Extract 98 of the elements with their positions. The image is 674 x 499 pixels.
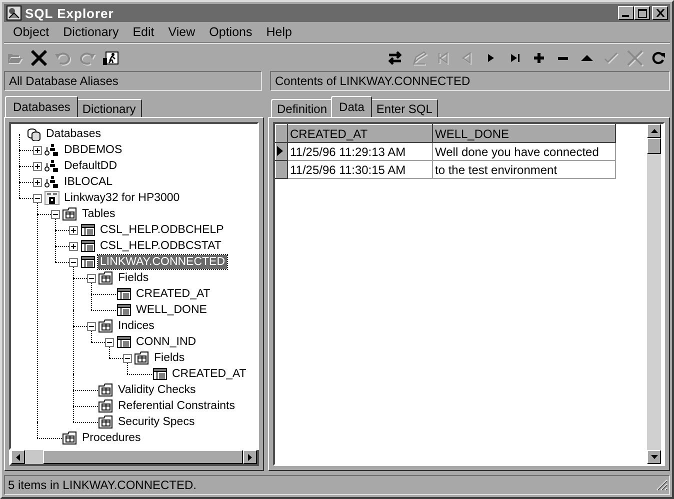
checkmark-icon	[602, 50, 620, 66]
folder-icon	[98, 415, 114, 429]
menu-item[interactable]: Object	[6, 25, 56, 39]
window-title: SQL Explorer	[25, 6, 115, 20]
tree-item[interactable]: Fields	[152, 351, 187, 365]
close-icon	[656, 9, 664, 17]
collapse-icon[interactable]	[87, 322, 96, 330]
database-stack-icon	[26, 127, 42, 141]
column-header[interactable]: CREATED_AT	[288, 124, 432, 142]
tree-item[interactable]: CREATED_AT	[134, 287, 212, 301]
collapse-icon[interactable]	[33, 194, 42, 202]
collapse-icon[interactable]	[87, 274, 96, 282]
maximize-icon	[638, 8, 646, 18]
tree-item[interactable]: IBLOCAL	[62, 175, 115, 189]
maximize-button[interactable]	[634, 6, 650, 20]
panel-header: Contents of LINKWAY.CONNECTED	[270, 71, 670, 91]
tree-item[interactable]: Validity Checks	[116, 383, 198, 397]
folder-icon	[98, 383, 114, 397]
collapse-icon[interactable]	[123, 354, 132, 362]
tree-item[interactable]: DBDEMOS	[62, 143, 124, 157]
corner-cell	[276, 124, 288, 142]
table-icon	[116, 303, 132, 317]
status-text: 5 items in LINKWAY.CONNECTED.	[8, 478, 196, 492]
current-row-icon	[277, 146, 283, 156]
scroll-left-icon	[16, 454, 20, 460]
close-button[interactable]	[652, 6, 668, 20]
table-cell: 11/25/96 11:29:13 AM	[288, 142, 432, 160]
menu-item[interactable]: Help	[259, 25, 299, 39]
expand-icon[interactable]	[69, 226, 78, 234]
row-indicator[interactable]	[276, 142, 288, 160]
undo-arrow-icon	[54, 50, 72, 66]
tree-item[interactable]: Procedures	[80, 431, 143, 445]
table-cell: 11/25/96 11:30:15 AM	[288, 160, 432, 178]
scrollbar-thumb[interactable]	[647, 138, 661, 154]
cross-icon	[30, 50, 48, 66]
server-icon	[44, 191, 60, 205]
folder-icon	[98, 399, 114, 413]
app-icon	[6, 5, 22, 21]
table-icon	[80, 239, 96, 253]
expand-icon[interactable]	[33, 146, 42, 154]
table-icon	[152, 367, 168, 381]
tree-item[interactable]: Referential Constraints	[116, 399, 237, 413]
tab[interactable]: Data	[331, 96, 372, 117]
collapse-icon[interactable]	[51, 210, 60, 218]
folder-icon	[98, 271, 114, 285]
tree-item[interactable]: LINKWAY.CONNECTED	[98, 255, 228, 269]
folder-icon	[62, 431, 78, 445]
folder-icon	[98, 319, 114, 333]
tree-item[interactable]: CREATED_AT	[170, 367, 248, 381]
tree-item[interactable]: Indices	[116, 319, 156, 333]
redo-arrow-icon	[78, 50, 96, 66]
table-icon	[116, 287, 132, 301]
column-header[interactable]: WELL_DONE	[432, 124, 616, 142]
scroll-down-icon	[650, 455, 658, 459]
size-grip-icon[interactable]	[656, 479, 668, 491]
table-icon	[116, 335, 132, 349]
folder-icon	[62, 207, 78, 221]
tree-item[interactable]: DefaultDD	[62, 159, 120, 173]
menu-item[interactable]: Dictionary	[56, 25, 126, 39]
table-cell: Well done you have connected	[432, 142, 616, 160]
table-icon	[80, 223, 96, 237]
expand-icon[interactable]	[33, 178, 42, 186]
tab[interactable]: Enter SQL	[370, 99, 438, 117]
minus-icon	[558, 56, 568, 60]
swap-arrows-icon	[386, 50, 404, 66]
runner-icon	[102, 50, 120, 66]
minimize-button[interactable]	[618, 6, 634, 20]
tree-item[interactable]: Tables	[80, 207, 118, 221]
collapse-icon[interactable]	[69, 258, 78, 266]
expand-icon[interactable]	[69, 242, 78, 250]
scroll-right-icon	[248, 454, 252, 460]
folder-icon	[134, 351, 150, 365]
cross-icon	[626, 50, 644, 66]
horizontal-scrollbar[interactable]	[9, 450, 259, 466]
table-cell: to the test environment	[432, 160, 616, 178]
menu-item[interactable]: Options	[202, 25, 260, 39]
panel-header: All Database Aliases	[4, 71, 262, 91]
tree-item[interactable]: Fields	[116, 271, 151, 285]
refresh-icon	[650, 50, 668, 66]
scroll-up-icon	[650, 129, 658, 133]
scrollbar-thumb[interactable]	[43, 450, 243, 464]
toolbar-button[interactable]	[28, 47, 50, 69]
tree-item[interactable]: CSL_HELP.ODBCHELP	[98, 223, 226, 237]
tree-item[interactable]: WELL_DONE	[134, 303, 209, 317]
menu-item[interactable]: Edit	[126, 25, 162, 39]
tree-item[interactable]: Linkway32 for HP3000	[62, 191, 182, 205]
expand-icon[interactable]	[33, 162, 42, 170]
table-icon	[80, 255, 96, 269]
tab[interactable]: Databases	[5, 96, 78, 117]
collapse-icon[interactable]	[105, 338, 114, 346]
tab[interactable]: Dictionary	[76, 99, 142, 117]
menu-item[interactable]: View	[161, 25, 202, 39]
tree-item[interactable]: CSL_HELP.ODBCSTAT	[98, 239, 224, 253]
pen-icon	[410, 50, 428, 66]
row-indicator[interactable]	[276, 160, 288, 178]
tree-item[interactable]: Databases	[44, 127, 103, 141]
tree-item[interactable]: CONN_IND	[134, 335, 198, 349]
tree-item[interactable]: Security Specs	[116, 415, 197, 429]
